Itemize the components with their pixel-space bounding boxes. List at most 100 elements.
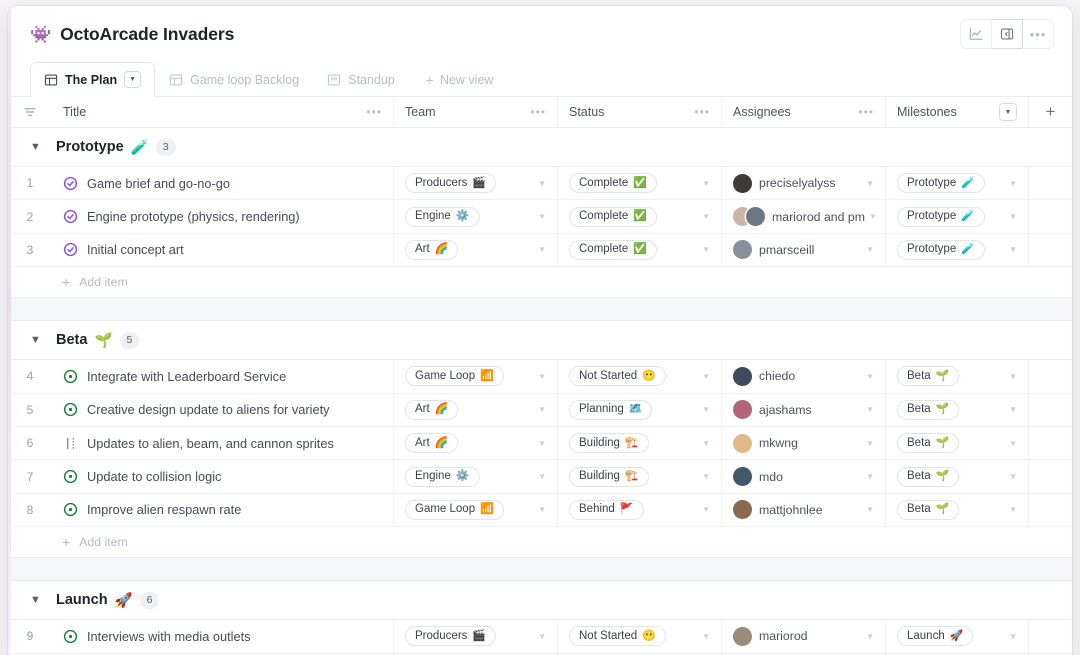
team-pill[interactable]: Game Loop 📶 <box>405 366 504 387</box>
add-column-button[interactable]: + <box>1028 97 1072 127</box>
table-row[interactable]: 6 Updates to alien, beam, and cannon spri… <box>8 426 1072 461</box>
row-title-cell[interactable]: Creative design update to aliens for var… <box>52 394 393 426</box>
side-panel-icon[interactable] <box>992 19 1023 49</box>
team-cell[interactable]: Art 🌈 ▼ <box>393 426 557 460</box>
chevron-down-icon[interactable]: ▼ <box>1005 505 1017 514</box>
chevron-down-icon[interactable]: ▼ <box>698 632 710 641</box>
table-row[interactable]: 7 Update to collision logic Engine ⚙️ ▼ Build… <box>8 460 1072 494</box>
chevron-down-icon[interactable]: ▼ <box>999 103 1017 121</box>
row-title-cell[interactable]: Updates to alien, beam, and cannon sprit… <box>52 427 393 459</box>
team-cell[interactable]: Game Loop 📶 ▼ <box>393 493 557 527</box>
tab-game-loop-backlog[interactable]: Game loop Backlog <box>155 62 313 97</box>
filter-icon[interactable] <box>8 105 52 119</box>
tab-the-plan[interactable]: The Plan ▼ <box>30 62 156 97</box>
chevron-down-icon[interactable]: ▼ <box>30 594 42 606</box>
team-pill[interactable]: Producers 🎬 <box>405 626 497 647</box>
chevron-down-icon[interactable]: ▼ <box>862 372 874 381</box>
chevron-down-icon[interactable]: ▼ <box>534 245 546 254</box>
status-pill[interactable]: Building 🏗️ <box>569 466 649 487</box>
table-row[interactable]: 5 Creative design update to aliens for va… <box>8 393 1072 427</box>
milestone-cell[interactable]: Prototype 🧪 ▼ <box>885 233 1028 267</box>
chevron-down-icon[interactable]: ▼ <box>862 179 874 188</box>
insights-icon[interactable] <box>960 19 992 49</box>
milestone-pill[interactable]: Beta 🌱 <box>897 499 960 520</box>
column-menu-icon[interactable]: ••• <box>694 105 710 119</box>
new-view-button[interactable]: + New view <box>409 62 508 97</box>
status-pill[interactable]: Planning 🗺️ <box>569 399 653 420</box>
team-pill[interactable]: Engine ⚙️ <box>405 206 480 227</box>
row-title-cell[interactable]: Engine prototype (physics, rendering) <box>52 200 393 232</box>
status-cell[interactable]: Not Started 😶 ▼ <box>557 620 721 653</box>
row-title-cell[interactable]: Integrate with Leaderboard Service <box>52 360 393 392</box>
milestone-cell[interactable]: Prototype 🧪 ▼ <box>885 167 1028 200</box>
table-row[interactable]: 9 Interviews with media outlets Producers 🎬… <box>8 620 1072 654</box>
chevron-down-icon[interactable]: ▼ <box>534 472 546 481</box>
chevron-down-icon[interactable]: ▼ <box>862 405 874 414</box>
table-row[interactable]: 8 Improve alien respawn rate Game Loop 📶 ▼ Be… <box>8 493 1072 528</box>
chevron-down-icon[interactable]: ▼ <box>698 505 710 514</box>
group-header-beta[interactable]: ▼ Beta 🌱 5 <box>8 321 1072 361</box>
team-cell[interactable]: Producers 🎬 ▼ <box>393 620 557 653</box>
team-cell[interactable]: Producers 🎬 ▼ <box>393 167 557 200</box>
milestone-pill[interactable]: Beta 🌱 <box>897 433 960 454</box>
milestone-pill[interactable]: Prototype 🧪 <box>897 239 985 260</box>
chevron-down-icon[interactable]: ▼ <box>1005 212 1017 221</box>
table-row[interactable]: 1 Game brief and go-no-go Producers 🎬 ▼ Compl… <box>8 167 1072 201</box>
status-pill[interactable]: Building 🏗️ <box>569 433 649 454</box>
table-row[interactable]: 2 Engine prototype (physics, rendering) En… <box>8 200 1072 234</box>
chevron-down-icon[interactable]: ▼ <box>862 472 874 481</box>
team-pill[interactable]: Engine ⚙️ <box>405 466 480 487</box>
milestone-cell[interactable]: Beta 🌱 ▼ <box>885 493 1028 527</box>
row-title-cell[interactable]: Initial concept art <box>52 234 393 266</box>
assignee-cell[interactable]: chiedo ▼ <box>721 360 885 393</box>
status-cell[interactable]: Planning 🗺️ ▼ <box>557 393 721 426</box>
status-pill[interactable]: Not Started 😶 <box>569 626 666 647</box>
column-header-status[interactable]: Status ••• <box>557 97 721 127</box>
column-header-title[interactable]: Title ••• <box>52 97 393 127</box>
chevron-down-icon[interactable]: ▼ <box>698 439 710 448</box>
team-pill[interactable]: Art 🌈 <box>405 433 459 454</box>
chevron-down-icon[interactable]: ▼ <box>534 405 546 414</box>
milestone-pill[interactable]: Beta 🌱 <box>897 366 960 387</box>
status-pill[interactable]: Complete ✅ <box>569 173 657 194</box>
chevron-down-icon[interactable]: ▼ <box>698 405 710 414</box>
group-header-prototype[interactable]: ▼ Prototype 🧪 3 <box>8 128 1072 167</box>
assignee-cell[interactable]: mattjohnlee ▼ <box>721 493 885 527</box>
status-cell[interactable]: Building 🏗️ ▼ <box>557 460 721 493</box>
add-item-button[interactable]: + Add item <box>8 527 1072 559</box>
status-cell[interactable]: Building 🏗️ ▼ <box>557 426 721 460</box>
milestone-pill[interactable]: Beta 🌱 <box>897 466 960 487</box>
row-title-cell[interactable]: Update to collision logic <box>52 460 393 492</box>
chevron-down-icon[interactable]: ▼ <box>534 179 546 188</box>
add-item-button[interactable]: + Add item <box>8 267 1072 299</box>
milestone-pill[interactable]: Launch 🚀 <box>897 626 974 647</box>
milestone-cell[interactable]: Beta 🌱 ▼ <box>885 393 1028 426</box>
chevron-down-icon[interactable]: ▼ <box>698 245 710 254</box>
chevron-down-icon[interactable]: ▼ <box>862 245 874 254</box>
assignee-cell[interactable]: pmarsceill ▼ <box>721 233 885 267</box>
assignee-cell[interactable]: mariorod ▼ <box>721 620 885 653</box>
milestone-pill[interactable]: Prototype 🧪 <box>897 173 985 194</box>
chevron-down-icon[interactable]: ▼ <box>534 632 546 641</box>
chevron-down-icon[interactable]: ▼ <box>862 439 874 448</box>
chevron-down-icon[interactable]: ▼ <box>534 212 546 221</box>
column-menu-icon[interactable]: ••• <box>858 105 874 119</box>
team-pill[interactable]: Producers 🎬 <box>405 173 497 194</box>
team-pill[interactable]: Game Loop 📶 <box>405 499 504 520</box>
chevron-down-icon[interactable]: ▼ <box>30 334 42 346</box>
status-pill[interactable]: Complete ✅ <box>569 206 657 227</box>
chevron-down-icon[interactable]: ▼ <box>1005 245 1017 254</box>
team-cell[interactable]: Engine ⚙️ ▼ <box>393 460 557 493</box>
row-title-cell[interactable]: Improve alien respawn rate <box>52 494 393 526</box>
assignee-cell[interactable]: mkwng ▼ <box>721 426 885 460</box>
column-menu-icon[interactable]: ••• <box>366 105 382 119</box>
milestone-cell[interactable]: Beta 🌱 ▼ <box>885 360 1028 393</box>
status-cell[interactable]: Behind 🚩 ▼ <box>557 493 721 527</box>
status-pill[interactable]: Behind 🚩 <box>569 499 644 520</box>
status-cell[interactable]: Complete ✅ ▼ <box>557 167 721 200</box>
milestone-cell[interactable]: Beta 🌱 ▼ <box>885 426 1028 460</box>
chevron-down-icon[interactable]: ▼ <box>862 505 874 514</box>
team-cell[interactable]: Art 🌈 ▼ <box>393 233 557 267</box>
milestone-cell[interactable]: Prototype 🧪 ▼ <box>885 200 1028 233</box>
chevron-down-icon[interactable]: ▼ <box>698 179 710 188</box>
